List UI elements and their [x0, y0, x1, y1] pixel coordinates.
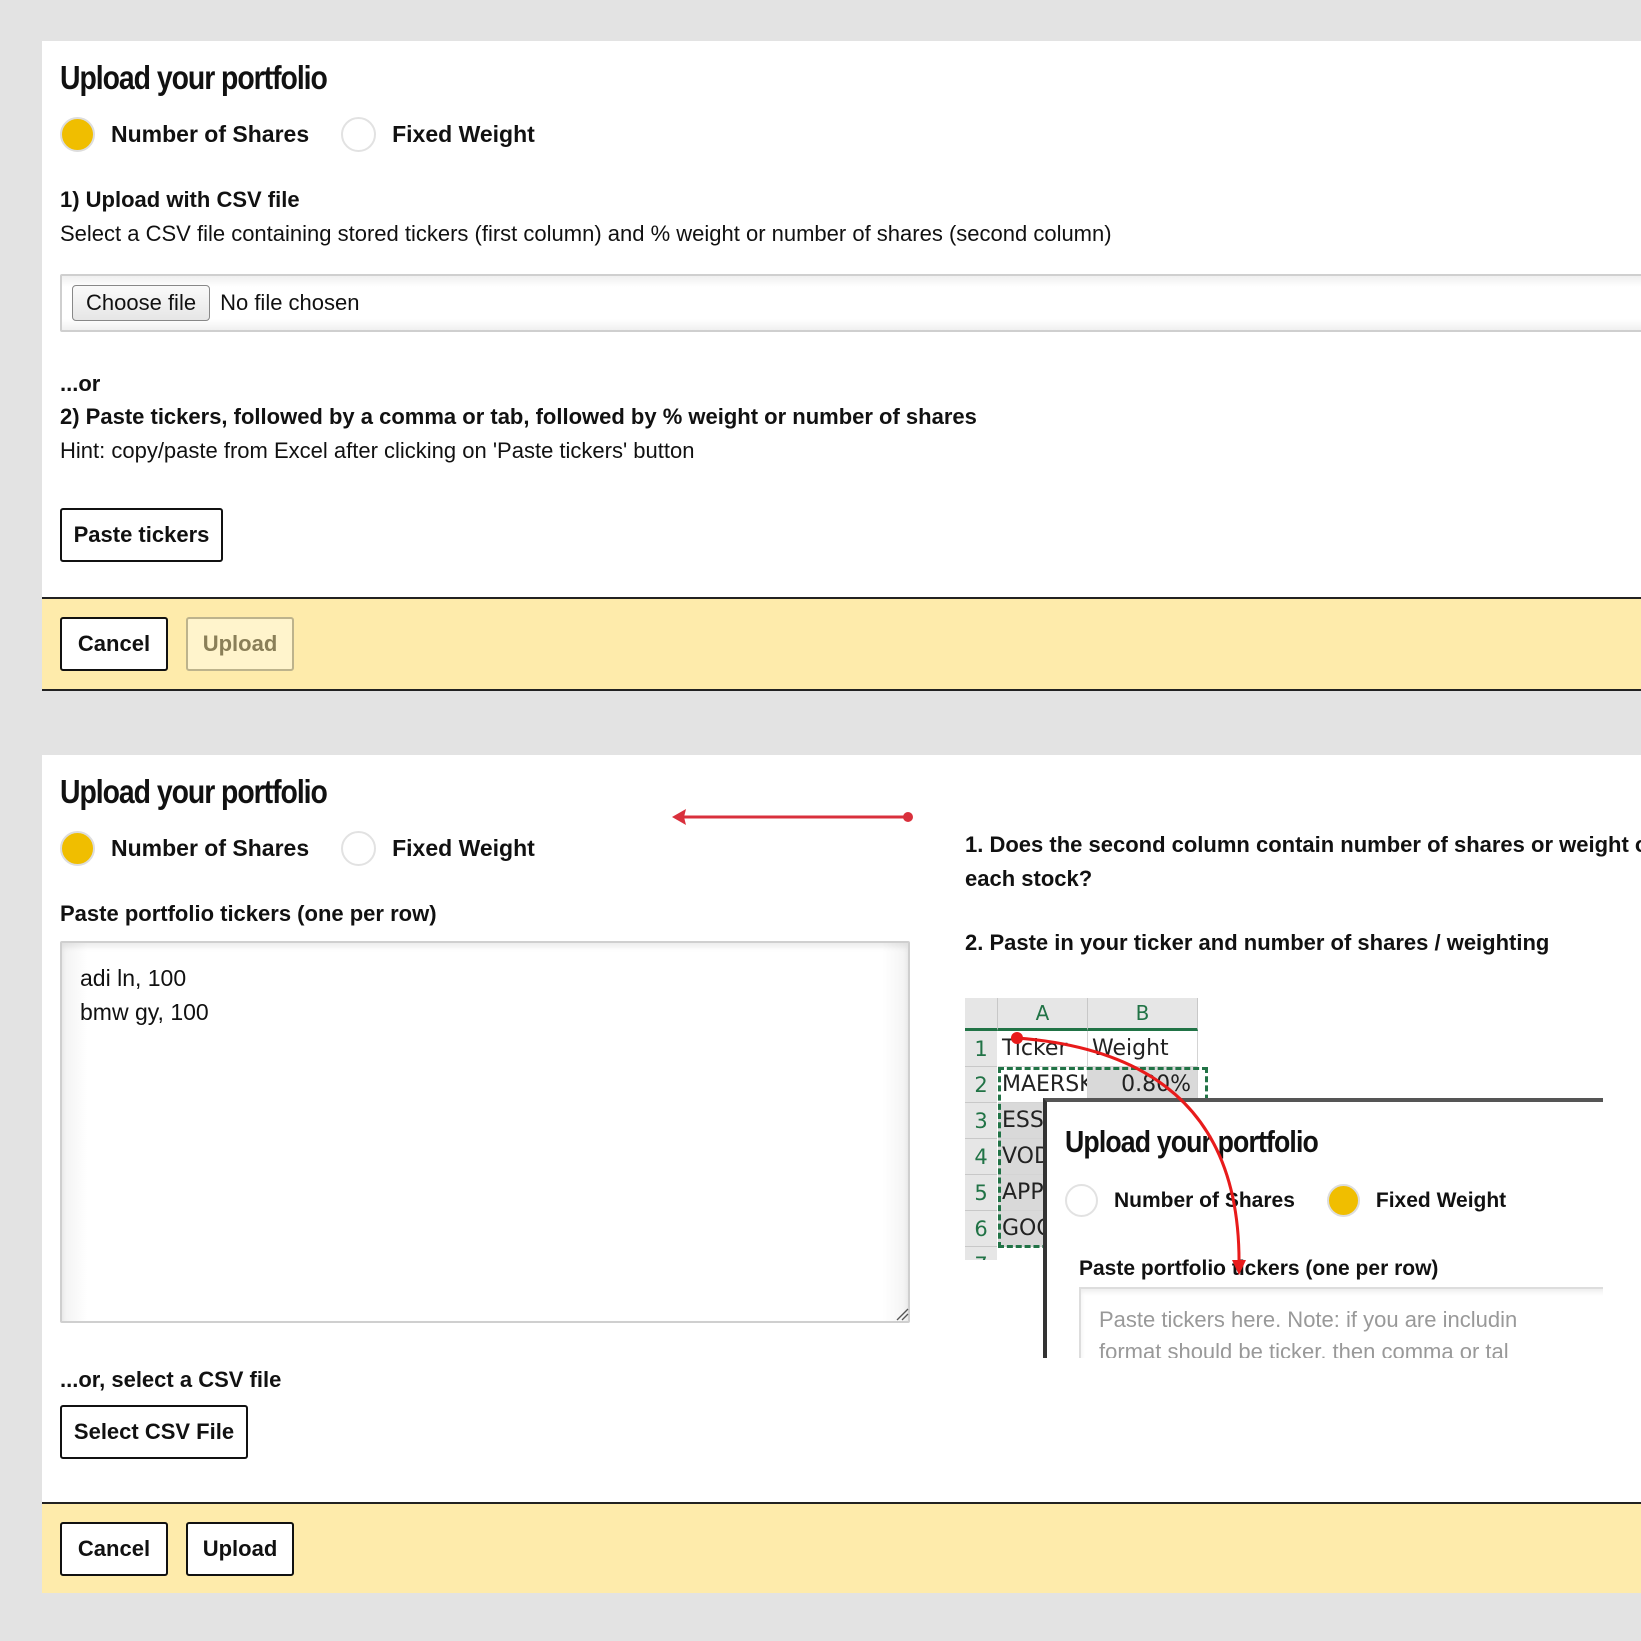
excel-row-number: 2	[965, 1067, 997, 1103]
excel-cell: Weight	[1088, 1031, 1198, 1067]
section1-heading: 1) Upload with CSV file	[60, 187, 300, 212]
resize-handle-icon[interactable]	[895, 1307, 909, 1321]
excel-col-header: A	[998, 998, 1088, 1031]
excel-col-header: B	[1088, 998, 1198, 1031]
weighting-radio-group: Number of Shares Fixed Weight	[60, 117, 567, 152]
help-step-2: 2. Paste in your ticker and number of sh…	[965, 930, 1550, 955]
dialog-title: Upload your portfolio	[60, 773, 328, 810]
excel-row-number: 4	[965, 1139, 997, 1175]
mini-textarea-label: Paste portfolio tickers (one per row)	[1079, 1257, 1439, 1280]
dialog-footer: Cancel Upload	[42, 1502, 1641, 1593]
excel-row-number: 1	[965, 1031, 997, 1067]
csv-file-input[interactable]: Choose file No file chosen	[60, 274, 1641, 332]
weighting-radio-group: Number of Shares Fixed Weight	[60, 831, 567, 866]
mini-textarea: Paste tickers here. Note: if you are inc…	[1079, 1287, 1603, 1358]
mini-radio-label: Number of Shares	[1114, 1188, 1295, 1212]
mini-dialog-example-image: Upload your portfolio Number of Shares F…	[1043, 1098, 1603, 1358]
upload-portfolio-dialog-paste: Upload your portfolio Number of Shares F…	[42, 755, 1641, 1593]
radio-number-of-shares[interactable]	[60, 831, 95, 866]
mini-radio-fixed-weight	[1326, 1184, 1360, 1217]
mini-placeholder-line: format should be ticker, then comma or t…	[1099, 1339, 1509, 1358]
section2-heading: 2) Paste tickers, followed by a comma or…	[60, 404, 977, 429]
help-step-1: 1. Does the second column contain number…	[965, 832, 1641, 891]
annotation-arrow-left-icon	[672, 809, 913, 825]
choose-file-button[interactable]: Choose file	[72, 285, 211, 321]
or-text: ...or	[60, 371, 101, 396]
section1-description: Select a CSV file containing stored tick…	[60, 221, 1112, 246]
cancel-button[interactable]: Cancel	[60, 1522, 168, 1576]
upload-button-disabled[interactable]: Upload	[186, 617, 294, 671]
file-status: No file chosen	[220, 290, 360, 315]
excel-row-number: 6	[965, 1211, 997, 1247]
tickers-textarea[interactable]: adi ln, 100 bmw gy, 100	[60, 941, 910, 1323]
excel-row-number: 7	[965, 1247, 997, 1260]
mini-radio-label: Fixed Weight	[1375, 1188, 1507, 1212]
excel-row-number: 5	[965, 1175, 997, 1211]
upload-portfolio-dialog-csv: Upload your portfolio Number of Shares F…	[42, 41, 1641, 691]
select-csv-file-button[interactable]: Select CSV File	[60, 1405, 248, 1459]
radio-fixed-weight[interactable]	[341, 117, 377, 152]
dialog-title: Upload your portfolio	[60, 59, 328, 96]
radio-label-fixed-weight[interactable]: Fixed Weight	[392, 121, 535, 148]
textarea-label: Paste portfolio tickers (one per row)	[60, 901, 437, 926]
radio-fixed-weight[interactable]	[341, 831, 377, 866]
radio-label-fixed-weight[interactable]: Fixed Weight	[392, 835, 535, 862]
or-select-csv-text: ...or, select a CSV file	[60, 1367, 282, 1392]
radio-label-number-of-shares[interactable]: Number of Shares	[111, 835, 309, 862]
upload-button[interactable]: Upload	[186, 1522, 294, 1576]
cancel-button[interactable]: Cancel	[60, 617, 168, 671]
dialog-footer: Cancel Upload	[42, 597, 1641, 691]
mini-dialog-title: Upload your portfolio	[1065, 1124, 1319, 1159]
excel-corner	[965, 998, 998, 1031]
excel-row-number: 3	[965, 1103, 997, 1139]
radio-number-of-shares[interactable]	[60, 117, 95, 152]
paste-hint: Hint: copy/paste from Excel after clicki…	[60, 438, 695, 463]
radio-label-number-of-shares[interactable]: Number of Shares	[111, 121, 309, 148]
excel-cell: Ticker	[998, 1031, 1088, 1067]
mini-radio-group: Number of Shares Fixed Weight	[1065, 1184, 1538, 1217]
mini-placeholder-line: Paste tickers here. Note: if you are inc…	[1099, 1307, 1518, 1332]
paste-tickers-button[interactable]: Paste tickers	[60, 508, 223, 562]
mini-radio-number-of-shares	[1065, 1184, 1098, 1217]
